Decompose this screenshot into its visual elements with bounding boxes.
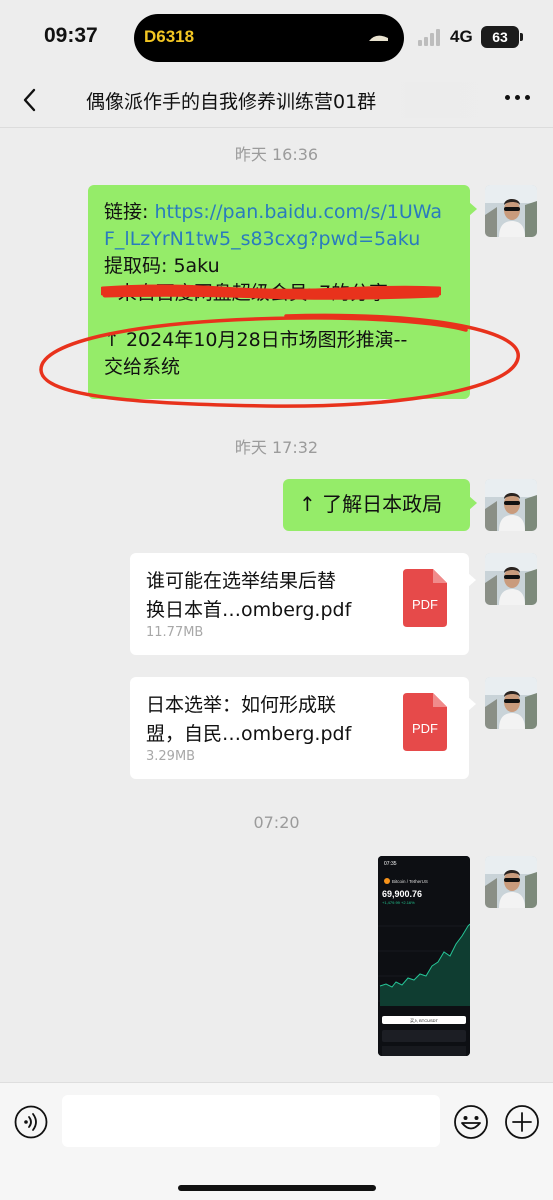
shot-time: 07:35 xyxy=(384,861,397,867)
bubble-tail xyxy=(469,496,477,510)
bubble-tail xyxy=(469,202,477,216)
avatar-image xyxy=(485,553,537,605)
timestamp: 昨天 16:36 xyxy=(234,145,319,164)
avatar-image xyxy=(485,856,537,908)
shot-price: 69,900.76 xyxy=(382,889,422,899)
red-circle-annotation xyxy=(39,313,520,408)
shot-buy-button: 买入 BTCUSDT xyxy=(410,1017,439,1023)
shot-pair: Bitcoin / TetherUS xyxy=(392,879,428,884)
avatar-image xyxy=(485,677,537,729)
dynamic-island: D6318 xyxy=(134,14,404,62)
red-scribble-annotation xyxy=(101,284,441,300)
bubble-tail xyxy=(468,697,476,711)
pdf-icon: PDF xyxy=(403,693,447,751)
bitcoin-icon xyxy=(384,878,390,884)
emoji-icon[interactable] xyxy=(453,1104,489,1140)
pdf-label: PDF xyxy=(412,597,438,612)
image-message[interactable]: 07:35 Bitcoin / TetherUS 69,900.76 +1,47… xyxy=(378,856,470,1056)
file-name-line: 谁可能在选举结果后替 xyxy=(146,570,337,592)
extract-code: 提取码: 5aku xyxy=(104,255,220,277)
avatar[interactable] xyxy=(485,553,537,605)
file-name: 日本选举：如何形成联 盟，自民…omberg.pdf xyxy=(146,691,378,749)
share-link-cont[interactable]: F_lLzYrN1tw5_s83cxg?pwd=5aku xyxy=(104,226,454,253)
file-card[interactable]: 谁可能在选举结果后替 换日本首…omberg.pdf 11.77MB PDF xyxy=(130,553,476,655)
trading-screenshot: 07:35 Bitcoin / TetherUS 69,900.76 +1,47… xyxy=(378,856,470,1056)
plus-icon[interactable] xyxy=(504,1104,540,1140)
avatar[interactable] xyxy=(485,856,537,908)
status-time: 09:37 xyxy=(44,24,98,47)
message-link-line: 链接: https://pan.baidu.com/s/1UWa xyxy=(104,199,454,226)
avatar[interactable] xyxy=(485,479,537,531)
file-name: 谁可能在选举结果后替 换日本首…omberg.pdf xyxy=(146,567,378,625)
chat-header: 偶像派作手的自我修养训练营01群 xyxy=(0,78,553,128)
message-text: ↑ 了解日本政局 xyxy=(299,492,443,516)
avatar[interactable] xyxy=(485,677,537,729)
bubble-tail xyxy=(468,573,476,587)
battery-tip xyxy=(520,33,523,41)
pdf-label: PDF xyxy=(412,721,438,736)
status-bar: 09:37 D6318 4G 63 xyxy=(0,0,553,78)
title-redaction xyxy=(395,82,501,118)
pdf-icon: PDF xyxy=(403,569,447,627)
timestamp: 昨天 17:32 xyxy=(234,438,319,457)
share-link[interactable]: https://pan.baidu.com/s/1UWa xyxy=(154,201,442,223)
avatar-image xyxy=(485,185,537,237)
file-size: 11.77MB xyxy=(146,625,204,640)
timestamp: 07:20 xyxy=(253,813,300,832)
back-arrow-icon[interactable] xyxy=(18,84,44,116)
link-label: 链接: xyxy=(104,201,155,223)
island-code: D6318 xyxy=(144,27,195,46)
avatar[interactable] xyxy=(485,185,537,237)
more-icon[interactable] xyxy=(503,95,533,103)
file-card[interactable]: 日本选举：如何形成联 盟，自民…omberg.pdf 3.29MB PDF xyxy=(130,677,476,779)
file-name-line: 换日本首…omberg.pdf xyxy=(146,599,352,621)
network-type: 4G xyxy=(450,27,473,46)
message-input[interactable] xyxy=(62,1095,440,1147)
home-indicator xyxy=(178,1185,376,1191)
train-icon xyxy=(369,35,388,41)
file-name-line: 盟，自民…omberg.pdf xyxy=(146,723,352,745)
file-size: 3.29MB xyxy=(146,749,196,764)
signal-icon xyxy=(418,28,444,46)
shot-change: +1,479.99 +2.16% xyxy=(382,900,415,905)
voice-icon[interactable] xyxy=(14,1105,48,1139)
file-name-line: 日本选举：如何形成联 xyxy=(146,694,337,716)
avatar-image xyxy=(485,479,537,531)
input-bar xyxy=(0,1082,553,1200)
battery-icon: 63 xyxy=(481,26,519,48)
message-bubble[interactable]: ↑ 了解日本政局 xyxy=(283,479,477,531)
